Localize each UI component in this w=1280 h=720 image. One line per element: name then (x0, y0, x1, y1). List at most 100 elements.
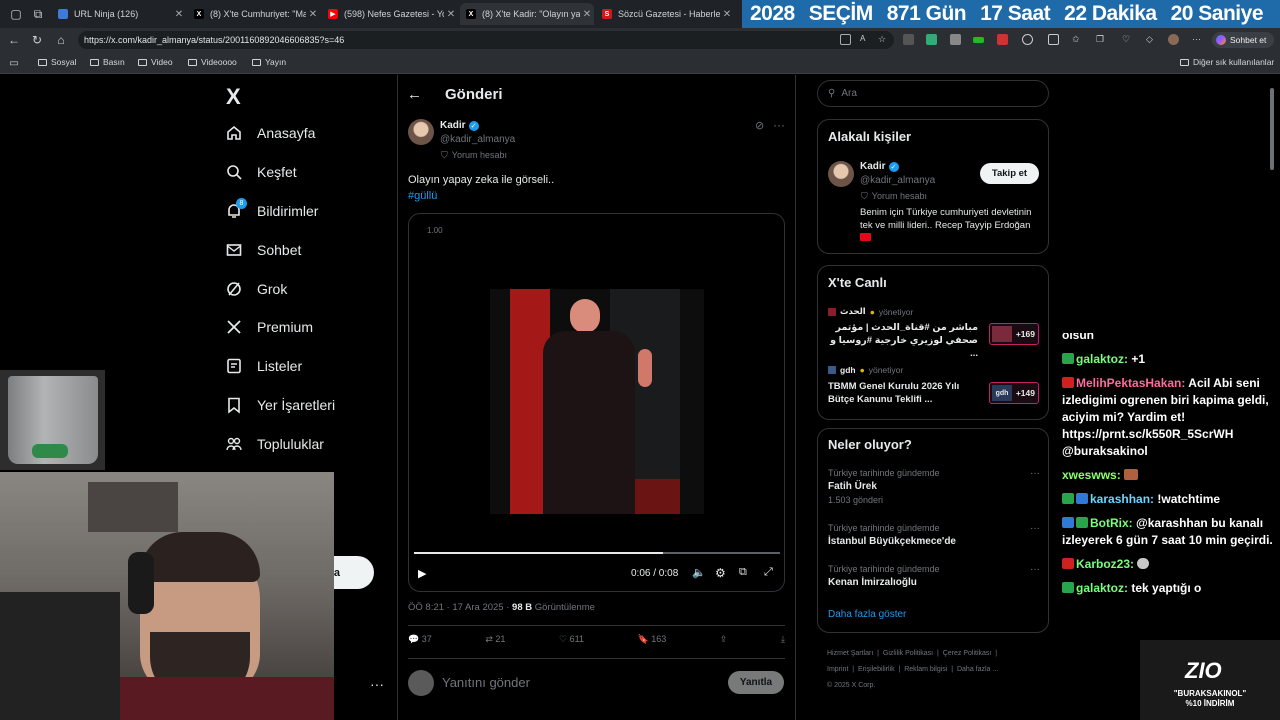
related-handle[interactable]: @kadir_almanya (860, 175, 935, 186)
tab-cumhuriyet[interactable]: X (8) X'te Cumhuriyet: "Marke ✕ (188, 3, 320, 25)
address-bar[interactable]: https://x.com/kadir_almanya/status/20011… (78, 31, 894, 49)
progress-track[interactable] (414, 552, 780, 554)
split-screen-icon[interactable] (1048, 34, 1059, 45)
x-logo-icon[interactable]: X (226, 84, 241, 110)
avatar[interactable] (408, 119, 434, 145)
pip-icon[interactable]: ⧉ (739, 566, 747, 579)
like-button[interactable]: ♡ 611 (559, 634, 584, 645)
author-name[interactable]: Kadir ✓ (440, 120, 479, 131)
nav-notifications[interactable]: 8 Bildirimler (225, 198, 318, 220)
footer-link[interactable]: Hizmet Şartları (827, 650, 873, 657)
footer-link[interactable]: Gizlilik Politikası (883, 650, 933, 657)
tab-actions-icon[interactable]: ⧉ (26, 2, 50, 26)
copilot-icon[interactable]: ◇ (1146, 34, 1157, 45)
back-icon[interactable]: ← (2, 28, 26, 52)
live-title[interactable]: TBMM Genel Kurulu 2026 Yılı Bütçe Kanunu… (828, 380, 978, 406)
trend-item[interactable]: Türkiye tarihinde gündemde Fatih Ürek 1.… (828, 468, 1040, 505)
extension-icon[interactable] (926, 34, 937, 45)
back-arrow-icon[interactable]: ← (407, 86, 422, 103)
footer-link[interactable]: Reklam bilgisi (904, 666, 947, 673)
bookmark-folder[interactable]: Videoooo (188, 57, 237, 67)
other-bookmarks[interactable]: Diğer sık kullanılanlar (1180, 57, 1274, 67)
extension-icon[interactable] (997, 34, 1008, 45)
sidebar-toggle-icon[interactable]: ▭ (2, 51, 26, 75)
collections-icon[interactable]: ❐ (1096, 34, 1107, 45)
close-icon[interactable]: ✕ (444, 9, 458, 20)
close-icon[interactable]: ✕ (172, 9, 186, 20)
live-role: yönetiyor (878, 306, 914, 317)
footer-link[interactable]: Erişilebilirlik (858, 666, 895, 673)
nav-lists[interactable]: Listeler (225, 357, 302, 375)
reply-submit-button[interactable]: Yanıtla (728, 671, 784, 694)
follow-button[interactable]: Takip et (980, 163, 1039, 184)
heart-icon[interactable]: ♡ (1122, 34, 1133, 45)
nav-bookmarks[interactable]: Yer İşaretleri (225, 396, 335, 414)
show-more-link[interactable]: Daha fazla göster (828, 609, 906, 620)
favorites-icon[interactable]: ✩ (1072, 34, 1083, 45)
reload-icon[interactable]: ↻ (25, 28, 49, 52)
scrollbar-thumb[interactable] (1270, 88, 1274, 170)
grok-icon[interactable]: ⊘ (755, 119, 764, 132)
grid-icon[interactable] (840, 34, 851, 45)
bookmark-folder[interactable]: Sosyal (38, 57, 77, 67)
extension-icon[interactable] (973, 37, 984, 43)
avatar[interactable] (828, 161, 854, 187)
live-listener-count[interactable]: +169 (989, 323, 1039, 345)
nav-chat[interactable]: Sohbet (225, 241, 301, 259)
volume-icon[interactable]: 🔈 (692, 566, 706, 579)
favorite-icon[interactable]: ☆ (878, 34, 889, 45)
live-listener-count[interactable]: gdh +149 (989, 382, 1039, 404)
reply-input[interactable]: Yanıtını gönder (442, 675, 712, 690)
nav-explore[interactable]: Keşfet (225, 163, 297, 181)
bookmark-folder[interactable]: Yayın (252, 57, 286, 67)
footer-link[interactable]: Çerez Politikası (943, 650, 992, 657)
extension-icon[interactable] (903, 34, 914, 45)
more-icon[interactable]: ··· (370, 676, 384, 692)
search-box[interactable]: ⚲ Ara (817, 80, 1049, 107)
tab-kadir[interactable]: X (8) X'te Kadir: "Olayın yapay ✕ (460, 3, 594, 25)
bookmark-folder[interactable]: Video (138, 57, 173, 67)
close-icon[interactable]: ✕ (306, 9, 320, 20)
close-icon[interactable]: ✕ (720, 9, 734, 20)
more-icon[interactable]: ··· (1030, 523, 1040, 534)
footer-link[interactable]: Daha fazla ... (957, 666, 998, 673)
footer-link[interactable]: Imprint (827, 666, 848, 673)
repost-button[interactable]: ⇄ 21 (485, 634, 505, 645)
bookmark-button[interactable]: 🔖 163 (638, 634, 667, 645)
nav-premium[interactable]: Premium (225, 318, 313, 336)
profile-icon[interactable]: ▢ (4, 2, 28, 26)
hashtag-link[interactable]: #güllü (408, 190, 437, 202)
avatar[interactable] (1168, 34, 1179, 45)
close-icon[interactable]: ✕ (580, 9, 594, 20)
reply-button[interactable]: 💬 37 (408, 634, 432, 645)
nav-grok[interactable]: Grok (225, 280, 287, 298)
trend-item[interactable]: Türkiye tarihinde gündemde Kenan İmirzal… (828, 564, 1040, 588)
bookmark-folder[interactable]: Basın (90, 57, 125, 67)
chat-button[interactable]: Sohbet et (1212, 32, 1274, 48)
related-name[interactable]: Kadir ✓ (860, 161, 899, 172)
more-icon[interactable]: ··· (1192, 34, 1203, 45)
download-icon[interactable]: ⤓ (781, 634, 785, 645)
nav-label: Keşfet (257, 164, 297, 180)
extensions-icon[interactable] (1022, 34, 1033, 45)
nav-communities[interactable]: Topluluklar (225, 435, 324, 453)
read-aloud-icon[interactable]: A (860, 34, 871, 45)
more-icon[interactable]: ··· (773, 118, 785, 132)
video-player[interactable]: 1.00 ▶ 0:06 / 0:08 🔈 ⚙ ⧉ ⤢ (408, 213, 785, 592)
tab-sozcu[interactable]: S Sözcü Gazetesi - Haberler, . ✕ (596, 3, 734, 25)
home-icon[interactable]: ⌂ (49, 28, 73, 52)
share-icon[interactable]: ⇪ (720, 634, 728, 645)
author-handle[interactable]: @kadir_almanya (440, 134, 515, 145)
trend-item[interactable]: Türkiye tarihinde gündemde İstanbul Büyü… (828, 523, 1040, 547)
post-timestamp[interactable]: ÖÖ 8:21 · 17 Ara 2025 · (408, 602, 512, 613)
play-icon[interactable]: ▶ (418, 567, 426, 580)
tab-url-ninja[interactable]: URL Ninja (126) ✕ (52, 3, 186, 25)
fullscreen-icon[interactable]: ⤢ (764, 566, 773, 579)
extension-icon[interactable] (950, 34, 961, 45)
tab-nefes[interactable]: ▶ (598) Nefes Gazetesi - YouT ✕ (322, 3, 458, 25)
settings-icon[interactable]: ⚙ (715, 566, 726, 580)
more-icon[interactable]: ··· (1030, 468, 1040, 479)
more-icon[interactable]: ··· (1030, 564, 1040, 575)
live-title[interactable]: مباشر من #قناة_الحدث | مؤتمر صحفي لوزيري… (828, 321, 978, 360)
nav-home[interactable]: Anasayfa (225, 124, 315, 142)
